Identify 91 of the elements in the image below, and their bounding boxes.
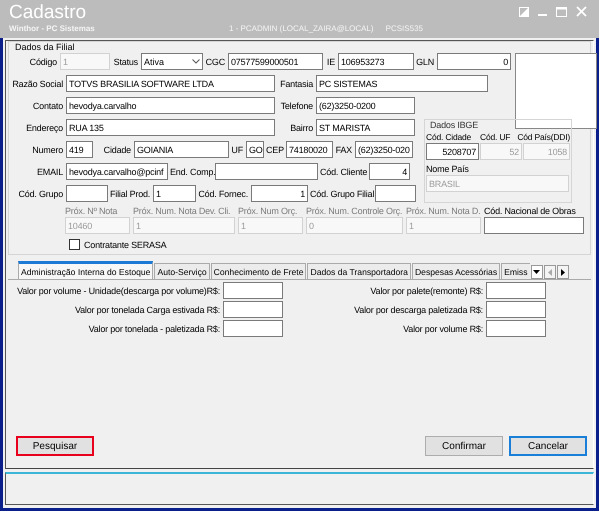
checkbox[interactable] [69, 239, 80, 250]
field-label: Próx. Num. Nota D. [406, 206, 481, 216]
text-field[interactable]: hevodya.carvalho [66, 97, 275, 114]
group-title: Dados da Filial [15, 42, 76, 53]
field-label: Cód. Fornec. [198, 188, 248, 198]
text-field[interactable]: GOIANIA [134, 141, 229, 158]
tab-list-button[interactable] [530, 265, 543, 279]
tab[interactable]: Conhecimento de Frete [210, 263, 306, 279]
search-button[interactable]: Pesquisar [16, 436, 94, 456]
field-label: Contato [32, 100, 63, 110]
status-dropdown[interactable]: Ativa [141, 53, 203, 70]
field-label: IE [326, 56, 335, 66]
field-label: Próx. Num Orç. [238, 206, 298, 216]
field-label: Cód. Cidade [426, 132, 472, 142]
text-field[interactable] [484, 217, 584, 234]
cancel-button[interactable]: Cancelar [509, 436, 587, 456]
chevron-icon [192, 59, 200, 64]
text-field[interactable]: ST MARISTA [316, 119, 415, 136]
confirm-button[interactable]: Confirmar [425, 436, 503, 456]
text-field[interactable]: RUA 135 [66, 119, 275, 136]
text-field[interactable]: 1 [251, 185, 308, 202]
field-label: Bairro [289, 122, 313, 132]
text-field[interactable] [486, 301, 546, 318]
text-field[interactable]: PC SISTEMAS [316, 75, 488, 92]
field-label: UF [231, 144, 243, 154]
text-field[interactable]: 07577599000501 [228, 53, 323, 70]
field-label: Valor por volume - Unidade(descarga por volume)R$: [16, 286, 220, 296]
group-title: Dados IBGE [430, 120, 480, 130]
field-label: Numero [31, 144, 63, 154]
field-label: EMAIL [36, 166, 63, 176]
text-field[interactable] [223, 282, 283, 299]
field-label: Valor por tonelada Carga estivada R$: [74, 304, 220, 314]
tab[interactable]: Emiss [501, 263, 530, 279]
text-field[interactable]: hevodya.carvalho@pcinf [66, 163, 168, 180]
field-label: Valor por tonelada - paletizada R$: [88, 324, 220, 334]
tab[interactable]: Dados da Transportadora [307, 263, 411, 279]
tab[interactable]: Auto-Serviço [154, 263, 210, 279]
field-label: Próx. Num. Nota Dev. Cli. [133, 206, 232, 216]
tab[interactable]: Administração Interna do Estoque [18, 261, 154, 279]
checkbox-label: Contratante SERASA [84, 240, 166, 250]
field-label: FAX [335, 144, 352, 154]
text-field[interactable]: GO [246, 141, 264, 158]
session-info: 1 - PCADMIN (LOCAL_ZAIRA@LOCAL) [229, 24, 374, 33]
field-label: Código [28, 56, 57, 66]
field-label: Valor por descarga paletizada R$: [353, 304, 483, 314]
program-code: PCSIS535 [386, 24, 423, 33]
text-field[interactable] [486, 320, 546, 337]
text-field[interactable]: (62)3250-0200 [316, 97, 415, 114]
field-label: Valor por volume R$: [402, 324, 483, 334]
text-field[interactable] [215, 163, 318, 180]
field-label: Nome País [426, 164, 470, 174]
field-label: Próx. Num. Controle Orç. [306, 206, 403, 216]
window-title: Cadastro [9, 2, 86, 24]
field-label: Status [112, 56, 138, 66]
field-label: Cód. Grupo Filial [310, 188, 372, 198]
field-label: Razão Social [11, 78, 63, 88]
text-field[interactable] [486, 282, 546, 299]
text-field[interactable]: 74180020 [286, 141, 333, 158]
field-label: Fantasia [279, 78, 313, 88]
field-label: Endereço [25, 122, 63, 132]
text-field[interactable]: 419 [66, 141, 93, 158]
field-label: GLN [416, 56, 434, 66]
text-field[interactable]: TOTVS BRASILIA SOFTWARE LTDA [66, 75, 275, 92]
field-label: Valor por palete(remonte) R$: [369, 286, 483, 296]
text-field[interactable] [66, 185, 108, 202]
text-field[interactable]: 5208707 [426, 143, 479, 160]
field-label: Cód. Cliente [320, 166, 366, 176]
right-arrow-icon [560, 268, 565, 276]
field-label: Filial Prod. [110, 188, 150, 198]
field-label: Cód. Grupo [17, 188, 63, 198]
field-label: CGC [205, 56, 225, 66]
field-label: Cód. UF [480, 132, 510, 142]
window-subtitle: Winthor - PC Sistemas [9, 24, 96, 33]
field-label: CEP [266, 144, 283, 154]
field-label: Cód. Nacional de Obras [484, 206, 577, 216]
dropdown-icon [533, 270, 540, 274]
field-label: Próx. Nº Nota [65, 206, 118, 216]
text-field[interactable] [223, 320, 283, 337]
field-label: Telefone [280, 100, 313, 110]
left-arrow-icon [548, 268, 552, 276]
text-field[interactable]: (62)3250-020 [355, 141, 413, 158]
text-field[interactable] [223, 301, 283, 318]
text-field[interactable] [375, 185, 416, 202]
text-field[interactable]: 1 [153, 185, 196, 202]
tab[interactable]: Despesas Acessórias [412, 263, 500, 279]
scroll-right-button[interactable] [556, 265, 569, 279]
text-field[interactable]: 0 [437, 53, 511, 70]
text-field[interactable]: 106953273 [338, 53, 414, 70]
field-label: Cód País(DDI) [517, 132, 570, 142]
field-label: Cidade [102, 144, 131, 154]
text-field[interactable]: 4 [369, 163, 410, 180]
